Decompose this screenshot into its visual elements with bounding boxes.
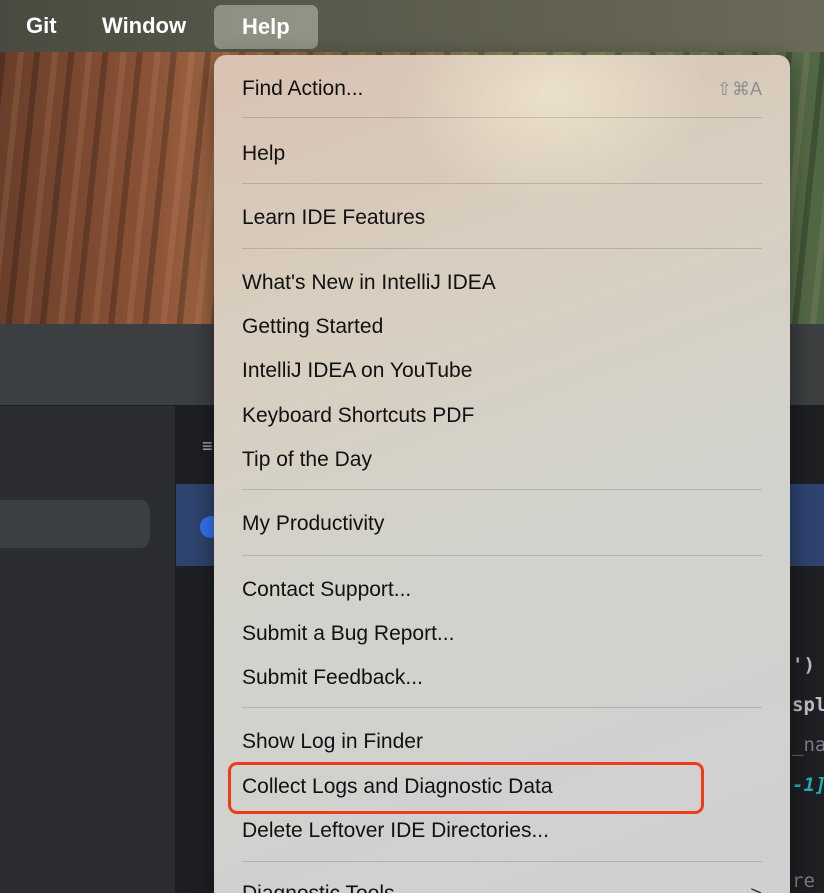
menu-item-youtube[interactable]: IntelliJ IDEA on YouTube (242, 354, 762, 388)
menu-item-learn-ide-features[interactable]: Learn IDE Features (242, 201, 762, 235)
menu-item-find-action[interactable]: Find Action... ⇧⌘A (242, 72, 762, 106)
menu-item-keyboard-shortcuts-pdf[interactable]: Keyboard Shortcuts PDF (242, 399, 762, 433)
menu-item-help[interactable]: Help (242, 137, 762, 171)
hamburger-icon[interactable]: ≡ (202, 436, 213, 457)
menu-item-getting-started[interactable]: Getting Started (242, 310, 762, 344)
menu-item-label: Find Action... (242, 77, 364, 100)
menu-separator (242, 861, 762, 862)
menu-item-submit-bug-report[interactable]: Submit a Bug Report... (242, 617, 762, 651)
menubar-window[interactable]: Window (102, 0, 186, 52)
menu-separator (242, 117, 762, 118)
menu-item-contact-support[interactable]: Contact Support... (242, 573, 762, 607)
menu-separator (242, 555, 762, 556)
menu-separator (242, 707, 762, 708)
code-fragment: ') (792, 654, 815, 676)
highlight-annotation-box (228, 762, 704, 814)
code-fragment: spl (792, 694, 824, 716)
menu-separator (242, 248, 762, 249)
menu-bar: Git Window Help (0, 0, 824, 52)
menu-item-delete-leftover-directories[interactable]: Delete Leftover IDE Directories... (242, 814, 762, 848)
menu-item-whats-new[interactable]: What's New in IntelliJ IDEA (242, 266, 762, 300)
help-menu-dropdown: Find Action... ⇧⌘A Help Learn IDE Featur… (214, 55, 790, 893)
code-fragment: -1] (792, 774, 824, 796)
menu-item-tip-of-the-day[interactable]: Tip of the Day (242, 443, 762, 477)
menu-item-label: Diagnostic Tools (242, 882, 395, 893)
ide-sidebar (0, 406, 176, 893)
ide-search-field[interactable] (0, 500, 150, 548)
menu-separator (242, 183, 762, 184)
chevron-right-icon: > (750, 877, 762, 893)
menu-item-show-log-in-finder[interactable]: Show Log in Finder (242, 725, 762, 759)
menu-item-diagnostic-tools[interactable]: Diagnostic Tools > (242, 877, 762, 893)
code-fragment: _na (792, 734, 824, 756)
menubar-help[interactable]: Help (214, 5, 318, 49)
menu-item-submit-feedback[interactable]: Submit Feedback... (242, 661, 762, 695)
menu-item-my-productivity[interactable]: My Productivity (242, 507, 762, 541)
menu-separator (242, 489, 762, 490)
menubar-git[interactable]: Git (26, 0, 57, 52)
shortcut-hint: ⇧⌘A (716, 79, 762, 99)
code-fragment: re (792, 870, 815, 892)
